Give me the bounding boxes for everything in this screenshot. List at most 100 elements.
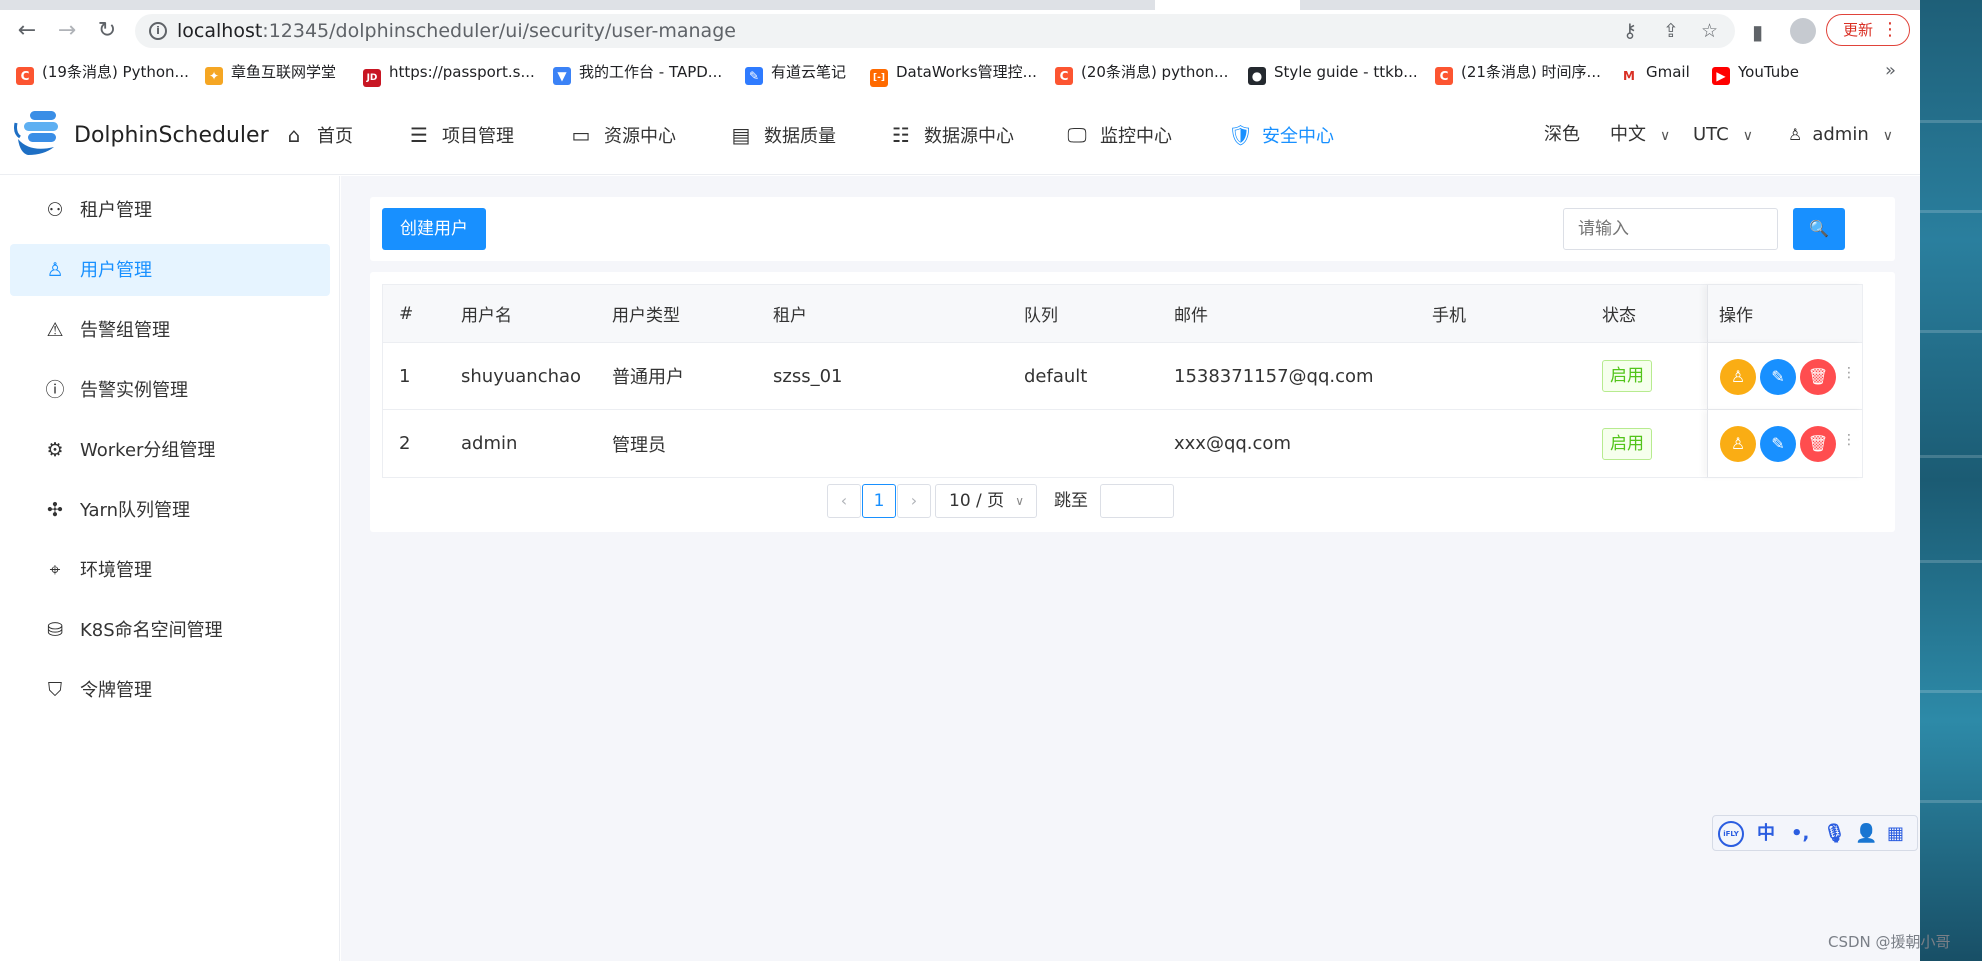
cell-status: 启用: [1602, 410, 1652, 477]
bookmark-favicon-icon: ●: [1248, 67, 1266, 85]
bookmark-item[interactable]: ▶ YouTube: [1712, 62, 1799, 85]
prev-page-button[interactable]: ‹: [827, 484, 861, 518]
bookmark-label: YouTube: [1738, 63, 1799, 81]
bookmark-label: (20条消息) python...: [1081, 63, 1229, 81]
authorize-button[interactable]: ♙: [1720, 359, 1756, 395]
forward-icon[interactable]: →: [54, 18, 80, 44]
bookmark-item[interactable]: C (20条消息) python...: [1055, 62, 1229, 85]
edit-button[interactable]: ✎: [1760, 426, 1796, 462]
delete-button[interactable]: 🗑: [1800, 426, 1836, 462]
nav-item-folder[interactable]: ▭ 资源中心: [570, 121, 676, 149]
bookmark-item[interactable]: ✎ 有道云笔记: [745, 62, 847, 85]
bookmark-favicon-icon: ✎: [745, 67, 763, 85]
cell-index: 1: [399, 365, 411, 387]
url-path: :12345/dolphinscheduler/ui/security/user…: [262, 20, 736, 42]
star-icon[interactable]: ☆: [1701, 20, 1718, 42]
jump-page-input[interactable]: [1100, 484, 1174, 518]
datasource-icon: ☷: [892, 123, 910, 147]
apps-icon[interactable]: ▦: [1887, 822, 1904, 846]
app-header: DolphinScheduler ⌂ 首页 ☰ 项目管理 ▭ 资源中心 ▤ 数据质量 ☷ 数据源中…: [0, 95, 1920, 175]
timezone-select[interactable]: UTC ∨: [1693, 121, 1753, 150]
search-input[interactable]: [1563, 208, 1778, 250]
sidebar-item-worker-group[interactable]: ⚙ Worker分组管理: [10, 424, 330, 476]
language-select[interactable]: 中文 ∨: [1610, 121, 1670, 150]
update-label: 更新: [1843, 21, 1874, 39]
nav-item-shield[interactable]: 🛡 安全中心: [1228, 121, 1334, 149]
pagination: ‹ 1 › 10 / 页 ∨ 跳至: [370, 484, 1895, 520]
sidebar-item-k8s[interactable]: ⛁ K8S命名空间管理: [10, 604, 330, 656]
bookmark-label: 有道云笔记: [771, 63, 847, 81]
main-content: 创建用户 🔍 #用户名用户类型租户队列邮件手机状态操作1shuyuanchao普…: [341, 176, 1920, 961]
menu-dots-icon[interactable]: ⋮: [1881, 15, 1899, 45]
nav-item-project[interactable]: ☰ 项目管理: [408, 121, 514, 149]
user-table-card: # 用户名 用户类型 租户 队列 邮件 手机 状态 操作 1 shuyuanchao 普通用户 szss…: [370, 272, 1895, 532]
more-actions-icon[interactable]: ⋮: [1842, 365, 1856, 381]
url-text[interactable]: localhost:12345/dolphinscheduler/ui/secu…: [177, 20, 736, 42]
bookmark-item[interactable]: JD https://passport.s...: [363, 62, 535, 87]
authorize-button[interactable]: ♙: [1720, 426, 1756, 462]
punctuation-icon[interactable]: •,: [1791, 822, 1809, 846]
nav-item-home[interactable]: ⌂ 首页: [283, 121, 353, 149]
bookmark-favicon-icon: C: [1435, 67, 1453, 85]
sidepanel-icon[interactable]: ▮: [1752, 20, 1763, 44]
bookmarks-more-icon[interactable]: »: [1885, 60, 1896, 81]
nav-item-data-quality[interactable]: ▤ 数据质量: [730, 121, 836, 149]
bookmark-item[interactable]: M Gmail: [1620, 62, 1690, 85]
cell-user-type: 管理员: [612, 434, 666, 456]
search-button[interactable]: 🔍: [1793, 208, 1845, 250]
reload-icon[interactable]: ↻: [94, 18, 120, 44]
chinese-mode-icon[interactable]: 中: [1757, 822, 1775, 846]
sidebar-item-label: 用户管理: [80, 260, 152, 281]
site-info-icon[interactable]: i: [149, 22, 167, 40]
delete-button[interactable]: 🗑: [1800, 359, 1836, 395]
update-button[interactable]: 更新 ⋮: [1826, 14, 1910, 46]
bookmark-item[interactable]: C (21条消息) 时间序...: [1435, 62, 1601, 85]
profile-avatar[interactable]: [1790, 18, 1816, 44]
key-icon[interactable]: ⚷: [1623, 20, 1637, 42]
bookmark-item[interactable]: ● Style guide - ttkb...: [1248, 62, 1418, 85]
nav-item-monitor[interactable]: 🖵 监控中心: [1066, 121, 1172, 149]
sidebar-item-yarn-queue[interactable]: ✣ Yarn队列管理: [10, 484, 330, 536]
dolphinscheduler-logo-icon: [14, 111, 58, 155]
cell-username: shuyuanchao: [461, 365, 582, 387]
share-icon[interactable]: ⇪: [1663, 20, 1679, 42]
theme-toggle[interactable]: 深色: [1544, 121, 1580, 149]
data-quality-icon: ▤: [731, 123, 751, 147]
next-page-button[interactable]: ›: [897, 484, 931, 518]
back-icon[interactable]: ←: [14, 18, 40, 44]
browser-toolbar: ← → ↻ i localhost:12345/dolphinscheduler…: [0, 10, 1920, 52]
ifly-logo-icon[interactable]: iFLY: [1718, 821, 1744, 847]
k8s-icon: ⛁: [47, 619, 63, 641]
sidebar-item-user[interactable]: ♙ 用户管理: [10, 244, 330, 296]
sidebar-item-location[interactable]: ⌖ 环境管理: [10, 544, 330, 596]
page-1-button[interactable]: 1: [862, 484, 896, 518]
more-actions-icon[interactable]: ⋮: [1842, 432, 1856, 448]
sidebar-item-info[interactable]: ⓘ 告警实例管理: [10, 364, 330, 416]
bookmark-item[interactable]: ✦ 章鱼互联网学堂: [205, 62, 336, 85]
bookmark-item[interactable]: ▼ 我的工作台 - TAPD...: [553, 62, 723, 85]
page-size-select[interactable]: 10 / 页 ∨: [935, 484, 1037, 518]
nav-item-label: 监控中心: [1100, 126, 1172, 147]
microphone-icon[interactable]: 🎙: [1823, 822, 1846, 846]
sidebar-item-token[interactable]: ⛉ 令牌管理: [10, 664, 330, 716]
bookmark-item[interactable]: C (19条消息) Python...: [16, 62, 189, 85]
user-menu[interactable]: ♙ admin ∨: [1788, 121, 1893, 150]
edit-icon: ✎: [1771, 434, 1785, 453]
nav-item-label: 资源中心: [604, 126, 676, 147]
table-row: 2 admin 管理员 xxx@qq.com 启用 ♙ ✎ 🗑 ⋮: [383, 410, 1862, 477]
bookmark-label: 我的工作台 - TAPD...: [579, 63, 723, 81]
sidebar-item-warning[interactable]: ⚠ 告警组管理: [10, 304, 330, 356]
delete-icon: 🗑: [1807, 434, 1829, 453]
sidebar-item-label: 租户管理: [80, 200, 152, 221]
create-user-button[interactable]: 创建用户: [382, 208, 486, 250]
address-bar[interactable]: i localhost:12345/dolphinscheduler/ui/se…: [135, 14, 1735, 48]
edit-button[interactable]: ✎: [1760, 359, 1796, 395]
user-icon[interactable]: 👤: [1855, 822, 1877, 846]
bookmark-item[interactable]: [-] DataWorks管理控...: [870, 62, 1037, 87]
nav-item-datasource[interactable]: ☷ 数据源中心: [890, 121, 1014, 149]
ime-toolbar: iFLY 中 •, 🎙 👤 ▦: [1712, 815, 1918, 851]
column-header: 邮件: [1174, 306, 1208, 326]
sidebar-item-tenant[interactable]: ⚇ 租户管理: [10, 184, 330, 236]
active-tab[interactable]: [1155, 0, 1300, 10]
actions-cell: ♙ ✎ 🗑 ⋮: [1707, 410, 1864, 477]
